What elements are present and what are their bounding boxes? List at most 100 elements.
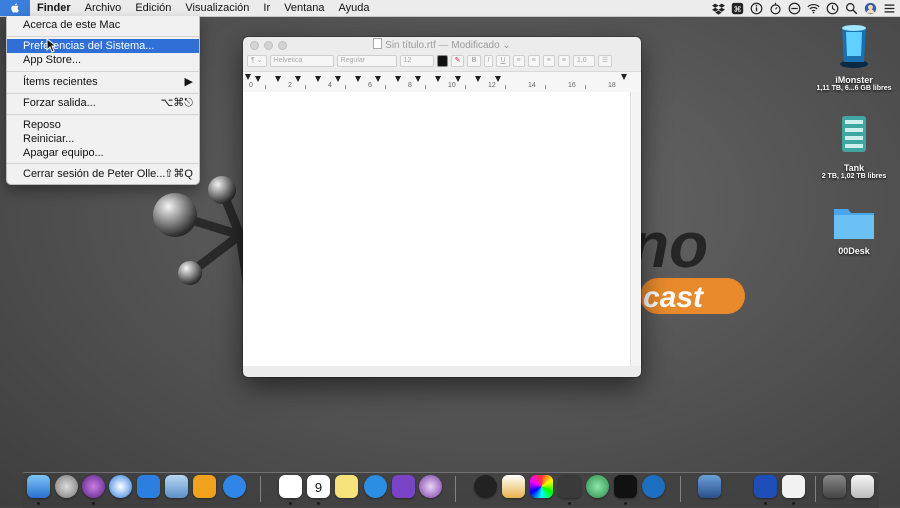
list-icon[interactable] bbox=[883, 2, 896, 15]
tab-stop[interactable] bbox=[255, 76, 261, 82]
left-indent-marker[interactable] bbox=[245, 74, 251, 80]
zoom-button[interactable] bbox=[278, 41, 287, 50]
ruler[interactable]: 0 2 4 6 8 10 12 14 16 18 bbox=[243, 71, 641, 93]
text-color-swatch[interactable] bbox=[436, 55, 448, 67]
vertical-scrollbar[interactable] bbox=[630, 92, 641, 366]
dock-safari-icon[interactable] bbox=[109, 475, 132, 498]
menu-visualizacion[interactable]: Visualización bbox=[178, 0, 256, 16]
command-icon[interactable]: ⌘ bbox=[731, 2, 744, 15]
highlight-color-icon[interactable]: ✎ bbox=[450, 55, 465, 67]
info-icon[interactable] bbox=[750, 2, 763, 15]
dock-tor-icon[interactable] bbox=[419, 475, 442, 498]
tab-stop[interactable] bbox=[275, 76, 281, 82]
logo-text-sub: cast bbox=[643, 281, 705, 314]
menu-ir[interactable]: Ir bbox=[256, 0, 277, 16]
menu-item-recent-items[interactable]: Ítems recientes ▶ bbox=[7, 75, 199, 89]
dock-messages-icon[interactable] bbox=[223, 475, 246, 498]
tab-stop[interactable] bbox=[375, 76, 381, 82]
menu-item-force-quit[interactable]: Forzar salida... ⌥⌘⎋ bbox=[7, 96, 199, 110]
desktop-icon-tank[interactable]: Tank 2 TB, 1,02 TB libres bbox=[809, 110, 899, 180]
tab-stop[interactable] bbox=[295, 76, 301, 82]
align-right-icon[interactable]: ≡ bbox=[542, 55, 555, 67]
tab-stop[interactable] bbox=[355, 76, 361, 82]
menu-item-shutdown[interactable]: Apagar equipo... bbox=[7, 146, 199, 160]
menu-item-logout[interactable]: Cerrar sesión de Peter Olle... ⇧⌘Q bbox=[7, 167, 199, 181]
dropbox-icon[interactable] bbox=[712, 2, 725, 15]
right-indent-marker[interactable] bbox=[621, 74, 627, 80]
tab-stop[interactable] bbox=[395, 76, 401, 82]
dock-mplus-icon[interactable] bbox=[364, 475, 387, 498]
dock-drive-icon[interactable] bbox=[823, 475, 846, 498]
font-size-menu[interactable]: 12 bbox=[399, 55, 434, 67]
tab-stop[interactable] bbox=[435, 76, 441, 82]
clock-icon[interactable] bbox=[826, 2, 839, 15]
minimize-button[interactable] bbox=[264, 41, 273, 50]
dock-launchpad-icon[interactable] bbox=[55, 475, 78, 498]
search-icon[interactable] bbox=[845, 2, 858, 15]
menu-item-about-mac[interactable]: Acerca de este Mac bbox=[7, 18, 199, 32]
menu-item-system-preferences[interactable]: Preferencias del Sistema... bbox=[7, 39, 199, 53]
dock-slack-icon[interactable] bbox=[279, 475, 302, 498]
tab-stop[interactable] bbox=[475, 76, 481, 82]
align-left-icon[interactable]: ≡ bbox=[512, 55, 525, 67]
dock-tower-icon[interactable] bbox=[642, 475, 665, 498]
desktop-icon-00desk[interactable]: 00Desk bbox=[809, 203, 899, 256]
window-title-state: Modificado bbox=[451, 40, 500, 51]
document-text-area[interactable] bbox=[243, 92, 631, 366]
tab-stop[interactable] bbox=[335, 76, 341, 82]
menu-item-sleep[interactable]: Reposo bbox=[7, 118, 199, 132]
dock-preview-icon[interactable] bbox=[165, 475, 188, 498]
menu-ventana[interactable]: Ventana bbox=[277, 0, 331, 16]
font-style-menu[interactable]: Regular bbox=[336, 55, 397, 67]
avatar-icon[interactable] bbox=[864, 2, 877, 15]
menu-item-app-store[interactable]: App Store... bbox=[7, 53, 199, 67]
align-center-icon[interactable]: ≡ bbox=[527, 55, 540, 67]
desktop-icon-sublabel: 1,11 TB, 6...6 GB libres bbox=[816, 85, 892, 92]
list-bullets-icon[interactable]: ☰ bbox=[597, 55, 613, 67]
menu-finder[interactable]: Finder bbox=[30, 0, 78, 16]
no-entry-icon[interactable] bbox=[788, 2, 801, 15]
dock-calendar-icon[interactable]: 9 bbox=[307, 475, 330, 498]
shortcut-force-quit: ⌥⌘⎋ bbox=[160, 97, 193, 109]
wifi-icon[interactable] bbox=[807, 2, 820, 15]
menu-archivo[interactable]: Archivo bbox=[78, 0, 129, 16]
dock-soundboard-icon[interactable] bbox=[193, 475, 216, 498]
dock-trash-icon[interactable] bbox=[851, 475, 874, 498]
dock-keynote-icon[interactable] bbox=[754, 475, 777, 498]
dock-atom-icon[interactable] bbox=[586, 475, 609, 498]
font-family-menu[interactable]: Helvetica bbox=[269, 55, 334, 67]
dock-safari-alt-icon[interactable] bbox=[82, 475, 105, 498]
italic-button[interactable]: I bbox=[483, 55, 494, 67]
dock-textedit-icon[interactable] bbox=[782, 475, 805, 498]
menu-item-restart[interactable]: Reiniciar... bbox=[7, 132, 199, 146]
align-justify-icon[interactable]: ≡ bbox=[557, 55, 570, 67]
close-button[interactable] bbox=[250, 41, 259, 50]
dock-omnifocus-icon[interactable] bbox=[392, 475, 415, 498]
dock-xcode-tools-icon[interactable] bbox=[698, 475, 721, 498]
dock-finder-icon[interactable] bbox=[27, 475, 50, 498]
dock-notes-icon[interactable] bbox=[335, 475, 358, 498]
window-titlebar[interactable]: Sin título.rtf — Modificado ⌄ bbox=[243, 37, 641, 54]
format-toolbar: ¶ ⌄ Helvetica Regular 12 ✎ B I U ≡ ≡ ≡ ≡… bbox=[243, 54, 641, 68]
menu-ayuda[interactable]: Ayuda bbox=[332, 0, 377, 16]
apple-menu-button[interactable] bbox=[0, 0, 30, 16]
dock-snippets-icon[interactable] bbox=[502, 475, 525, 498]
dock-paperplane-icon[interactable] bbox=[137, 475, 160, 498]
dock-sublime-icon[interactable] bbox=[558, 475, 581, 498]
stopwatch-icon[interactable] bbox=[769, 2, 782, 15]
desktop-icon-imonster[interactable]: iMonster 1,11 TB, 6...6 GB libres bbox=[809, 20, 899, 92]
tab-stop[interactable] bbox=[415, 76, 421, 82]
dock-colors-icon[interactable] bbox=[530, 475, 553, 498]
dock-git-icon[interactable] bbox=[474, 475, 497, 498]
ruler-label: 14 bbox=[528, 82, 536, 89]
chevron-down-icon[interactable]: ⌄ bbox=[500, 40, 510, 51]
line-spacing-menu[interactable]: 1,0 bbox=[572, 55, 595, 67]
paragraph-style-menu[interactable]: ¶ ⌄ bbox=[247, 55, 267, 67]
tab-stop[interactable] bbox=[315, 76, 321, 82]
tab-stop[interactable] bbox=[495, 76, 501, 82]
dock-terminal-icon[interactable] bbox=[614, 475, 637, 498]
tab-stop[interactable] bbox=[455, 76, 461, 82]
underline-button[interactable]: U bbox=[496, 55, 510, 67]
bold-button[interactable]: B bbox=[467, 55, 481, 67]
menu-edicion[interactable]: Edición bbox=[128, 0, 178, 16]
